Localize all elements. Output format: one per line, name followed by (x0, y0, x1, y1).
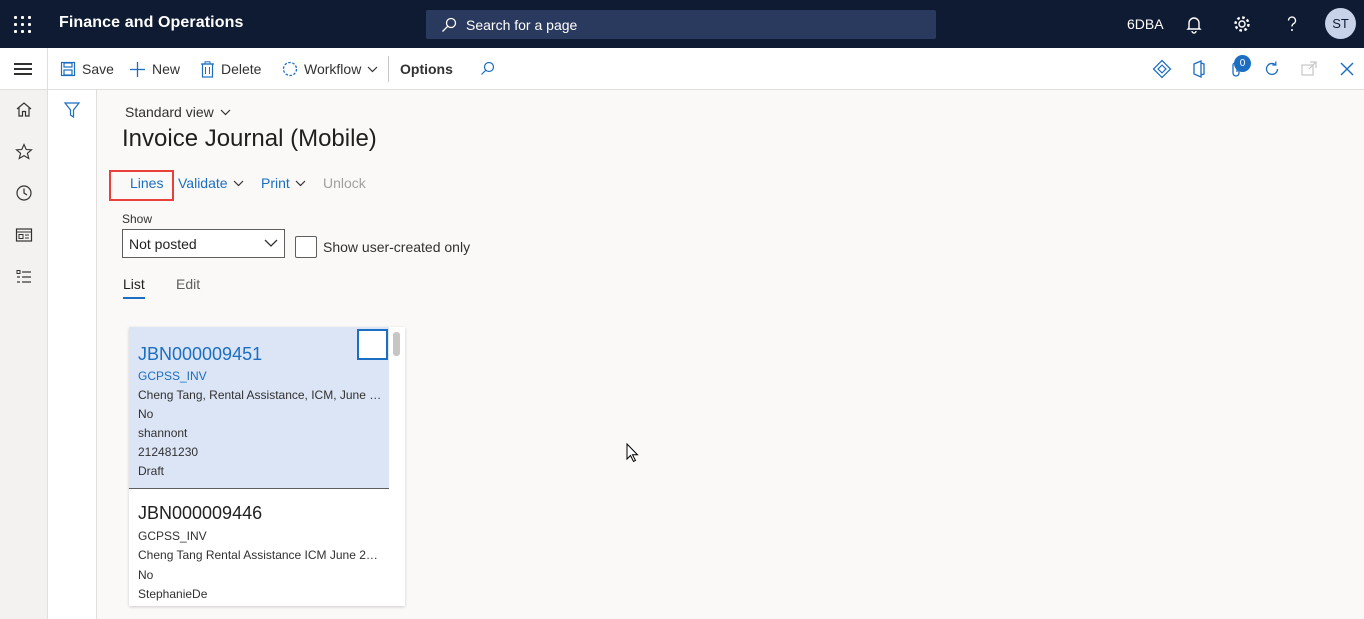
app-launcher-icon[interactable] (14, 16, 32, 34)
show-user-created-checkbox[interactable] (295, 236, 317, 258)
app-title[interactable]: Finance and Operations (59, 14, 243, 32)
posted-value: No (138, 407, 154, 421)
open-new-window-icon[interactable] (1299, 59, 1319, 79)
power-apps-icon[interactable] (1152, 59, 1172, 79)
trash-icon (201, 60, 214, 78)
company-picker[interactable]: 6DBA (1127, 16, 1164, 32)
journal-batch-number[interactable]: JBN000009451 (138, 344, 262, 365)
show-filter-dropdown[interactable]: Not posted (122, 229, 285, 258)
modules-list-icon[interactable] (14, 267, 34, 287)
user-value: shannont (138, 426, 188, 440)
show-user-created-label: Show user-created only (323, 239, 471, 255)
validate-button[interactable]: Validate (178, 175, 244, 191)
page-search-input[interactable]: Search for a page (426, 10, 936, 39)
search-icon (442, 17, 457, 32)
user-avatar[interactable]: ST (1325, 8, 1356, 39)
close-icon[interactable] (1337, 59, 1357, 79)
journal-description: Cheng Tang, Rental Assistance, ICM, June… (138, 388, 383, 402)
search-placeholder: Search for a page (466, 17, 578, 33)
divider (388, 56, 389, 82)
row-select-checkbox[interactable] (357, 329, 388, 360)
divider (47, 48, 48, 90)
journal-name: GCPSS_INV (138, 529, 207, 543)
chevron-down-icon (233, 180, 243, 186)
chevron-down-icon (264, 239, 278, 247)
action-pane: Save New Delete Workflow Options (0, 48, 1364, 90)
save-icon (60, 61, 76, 77)
refresh-icon[interactable] (1262, 59, 1282, 79)
workflow-icon (282, 61, 298, 77)
search-icon[interactable] (478, 59, 498, 79)
lines-button-highlight (109, 170, 174, 201)
office-icon[interactable] (1189, 59, 1209, 79)
tab-edit[interactable]: Edit (176, 276, 200, 292)
plus-icon (130, 61, 145, 77)
attachments-count-badge: 0 (1234, 55, 1251, 72)
help-icon[interactable] (1281, 13, 1303, 35)
workflow-button[interactable]: Workflow (282, 59, 384, 79)
chevron-down-icon (367, 66, 378, 72)
clock-recent-icon[interactable] (14, 183, 34, 203)
tab-list[interactable]: List (123, 276, 145, 292)
chevron-down-icon (295, 180, 306, 186)
active-tab-indicator (123, 297, 145, 299)
filter-icon[interactable] (62, 100, 82, 120)
filter-pane (48, 90, 97, 619)
journal-batch-number[interactable]: JBN000009446 (138, 503, 262, 524)
delete-button[interactable]: Delete (200, 59, 261, 79)
save-button[interactable]: Save (60, 59, 114, 79)
view-selector[interactable]: Standard view (125, 104, 231, 120)
status-value: Draft (138, 464, 165, 478)
list-item[interactable]: JBN000009451 GCPSS_INV Cheng Tang, Renta… (129, 327, 389, 488)
show-filter-label: Show (122, 212, 153, 226)
bell-icon[interactable] (1183, 13, 1205, 35)
home-icon[interactable] (14, 100, 34, 120)
workspaces-icon[interactable] (14, 225, 34, 245)
hamburger-menu-icon[interactable] (14, 63, 32, 75)
chevron-down-icon (220, 109, 231, 115)
posted-value: No (138, 568, 154, 582)
print-button[interactable]: Print (261, 175, 306, 191)
mouse-cursor-icon (626, 442, 640, 468)
new-button[interactable]: New (129, 59, 180, 79)
list-item[interactable]: JBN000009446 GCPSS_INV Cheng Tang Rental… (129, 489, 389, 606)
list-scrollbar[interactable] (393, 332, 400, 356)
gear-icon[interactable] (1231, 13, 1253, 35)
unlock-button[interactable]: Unlock (323, 175, 366, 191)
top-nav-bar: Finance and Operations Search for a page… (0, 0, 1364, 48)
page-title: Invoice Journal (Mobile) (122, 125, 377, 152)
navigation-pane (0, 90, 48, 619)
journal-name: GCPSS_INV (138, 369, 207, 383)
number-value: 212481230 (138, 445, 199, 459)
star-favorites-icon[interactable] (14, 142, 34, 162)
journal-description: Cheng Tang Rental Assistance ICM June 20… (138, 548, 383, 562)
options-tab[interactable]: Options (400, 61, 453, 77)
user-value: StephanieDe (138, 587, 208, 601)
record-list: JBN000009451 GCPSS_INV Cheng Tang, Renta… (129, 327, 405, 606)
